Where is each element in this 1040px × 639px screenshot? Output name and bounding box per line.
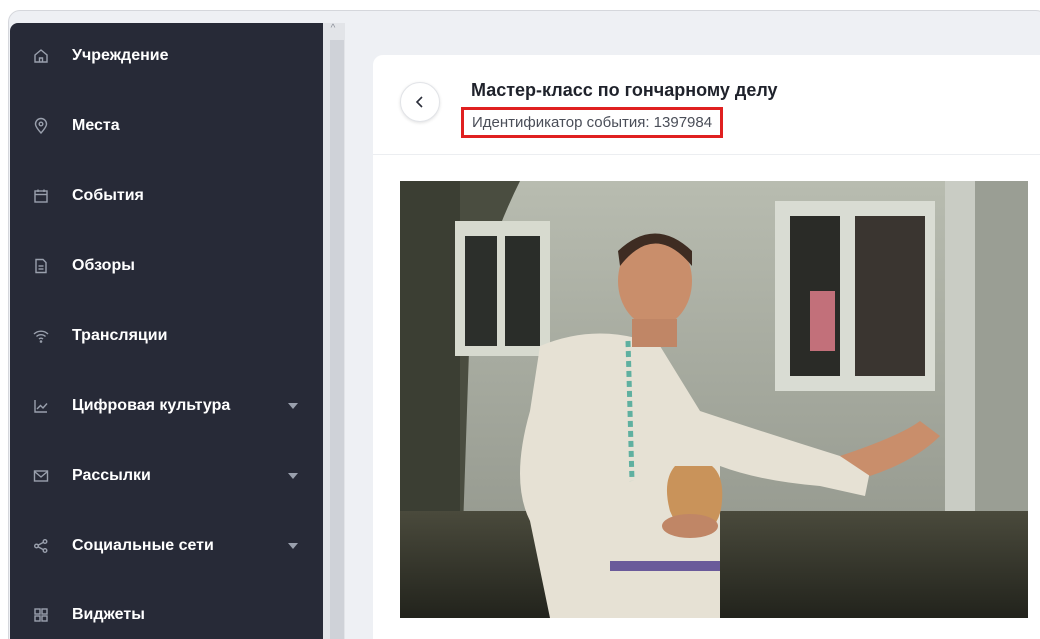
- sidebar-item-places[interactable]: Места: [10, 102, 323, 150]
- chevron-down-icon[interactable]: [288, 403, 298, 409]
- sidebar-item-events[interactable]: События: [10, 172, 323, 220]
- sidebar-item-label: Цифровая культура: [72, 397, 231, 414]
- sidebar-item-label: Обзоры: [72, 257, 135, 274]
- sidebar-item-widgets[interactable]: Виджеты: [10, 591, 323, 639]
- sidebar: Учреждение Места События Обзоры Трансляц…: [10, 23, 323, 639]
- sidebar-item-label: Трансляции: [72, 327, 168, 344]
- sidebar-item-institution[interactable]: Учреждение: [10, 32, 323, 80]
- mail-icon: [32, 467, 50, 485]
- sidebar-item-label: Виджеты: [72, 606, 145, 623]
- chevron-down-icon[interactable]: [288, 543, 298, 549]
- document-icon: [32, 257, 50, 275]
- calendar-icon: [32, 187, 50, 205]
- back-button[interactable]: [400, 82, 440, 122]
- event-id-highlighted: Идентификатор события: 1397984: [461, 107, 724, 138]
- chart-line-icon: [32, 397, 50, 415]
- sidebar-item-social-networks[interactable]: Социальные сети: [10, 522, 323, 570]
- share-icon: [32, 537, 50, 555]
- sidebar-item-label: Социальные сети: [72, 537, 214, 554]
- scrollbar-thumb[interactable]: [330, 40, 344, 639]
- sidebar-item-digital-culture[interactable]: Цифровая культура: [10, 382, 323, 430]
- wifi-icon: [32, 327, 50, 345]
- home-icon: [32, 47, 50, 65]
- sidebar-item-label: Рассылки: [72, 467, 151, 484]
- event-photo: [400, 181, 1028, 618]
- sidebar-item-label: Учреждение: [72, 47, 169, 64]
- chevron-down-icon[interactable]: [288, 473, 298, 479]
- location-pin-icon: [32, 117, 50, 135]
- chevron-left-icon: [415, 96, 423, 108]
- sidebar-item-reviews[interactable]: Обзоры: [10, 242, 323, 290]
- sidebar-item-mailings[interactable]: Рассылки: [10, 452, 323, 500]
- sidebar-item-label: Места: [72, 117, 120, 134]
- divider: [373, 154, 1040, 155]
- page-title: Мастер-класс по гончарному делу: [471, 80, 778, 100]
- sidebar-item-broadcasts[interactable]: Трансляции: [10, 312, 323, 360]
- sidebar-item-label: События: [72, 187, 144, 204]
- grid-icon: [32, 606, 50, 624]
- scroll-up-arrow-icon[interactable]: ^: [326, 24, 340, 34]
